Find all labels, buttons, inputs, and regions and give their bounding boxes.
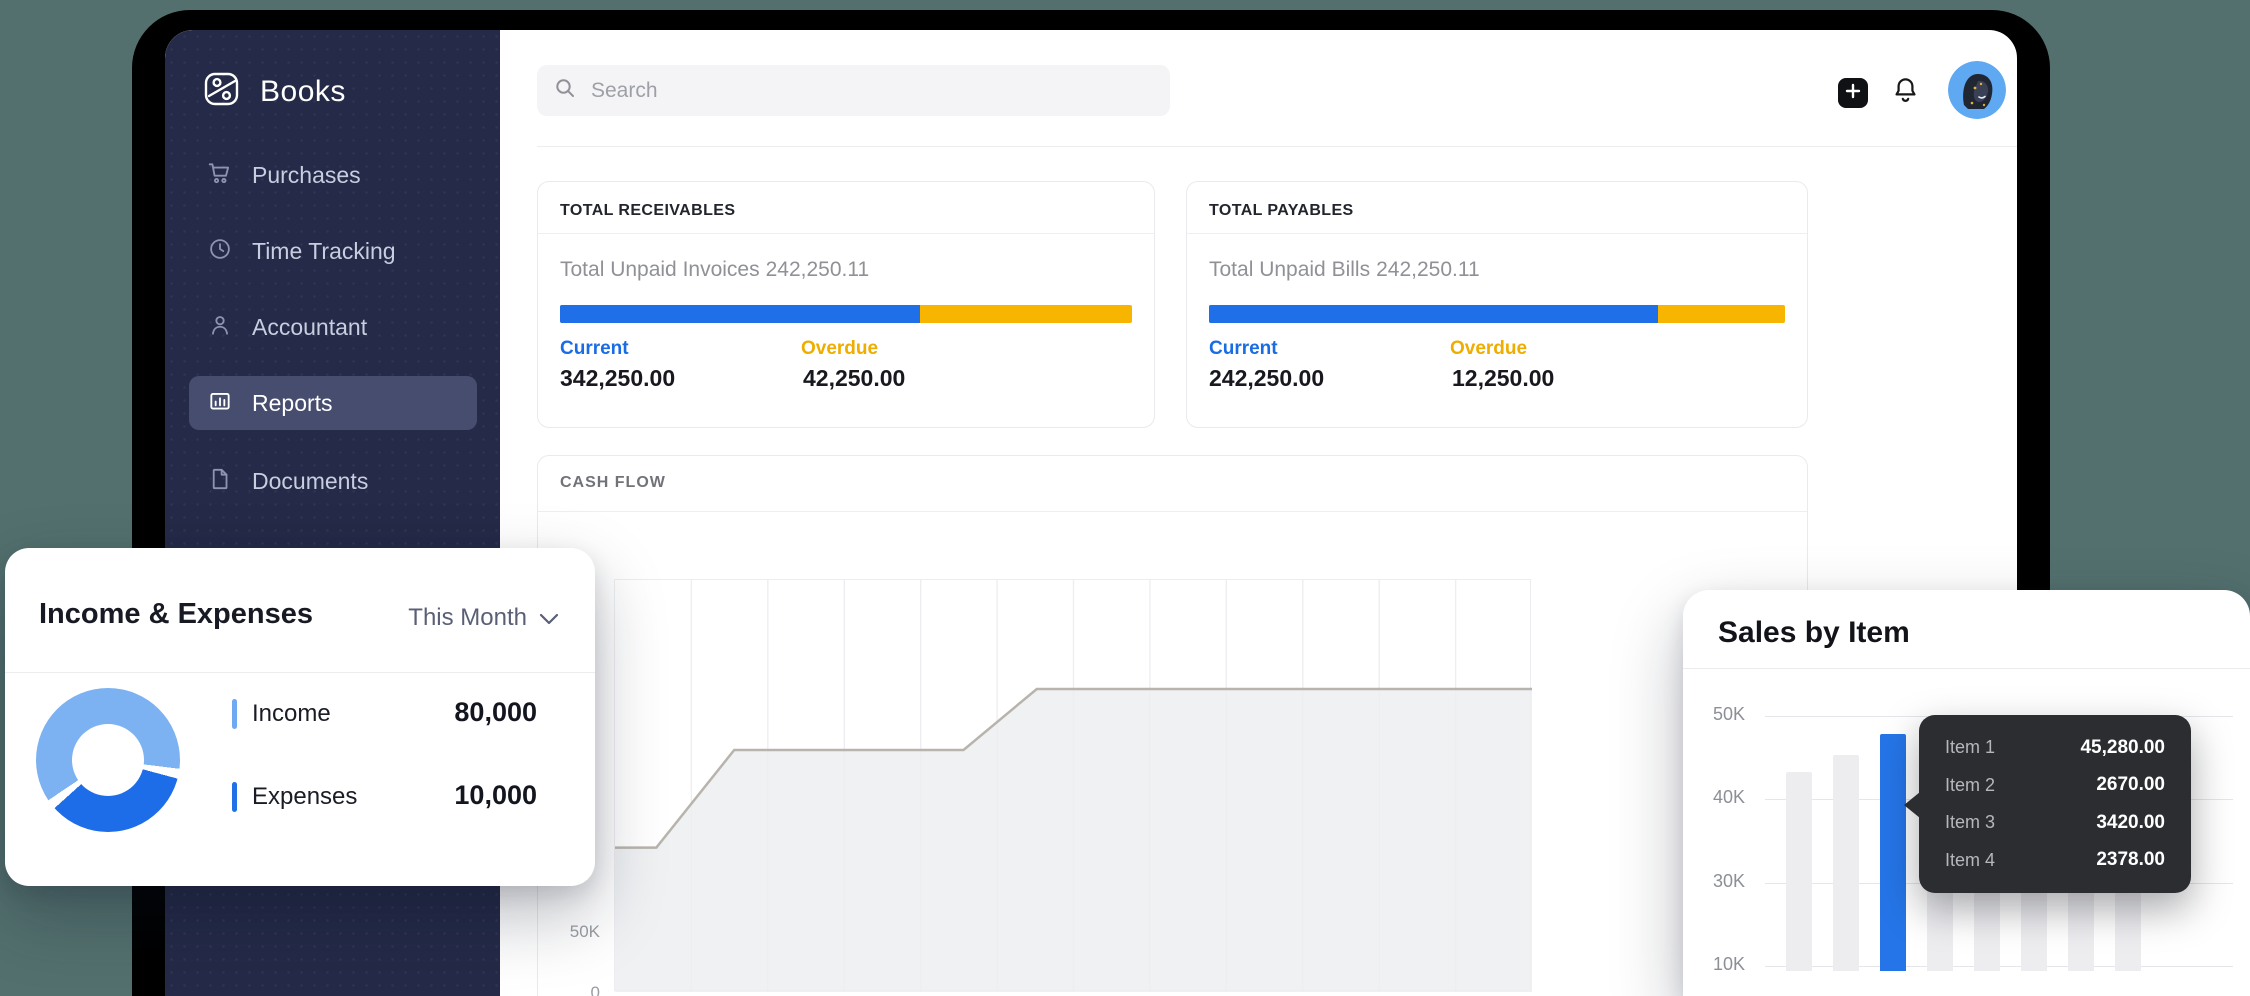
bell-icon [1892,76,1919,110]
sidebar-item-purchases[interactable]: Purchases [189,148,477,202]
sales-bar[interactable] [1786,772,1812,971]
y-axis-label-0: 0 [538,983,600,996]
card-divider [1187,233,1807,234]
tooltip-arrow [1904,792,1920,818]
sidebar-item-reports[interactable]: Reports [189,376,477,430]
sales-tooltip: Item 1 45,280.00 Item 2 2670.00 Item 3 3… [1919,715,2191,893]
total-payables-card: TOTAL PAYABLES Total Unpaid Bills 242,250… [1186,181,1808,428]
clock-icon [207,236,233,267]
accountant-icon [207,312,233,343]
overdue-label: Overdue [801,338,878,360]
search-bar[interactable] [537,65,1170,116]
search-input[interactable] [589,78,1154,104]
tooltip-row: Item 1 45,280.00 [1945,737,2165,759]
sidebar-item-label: Time Tracking [252,238,396,265]
unpaid-label: Total Unpaid Bills [1209,258,1370,281]
current-label: Current [560,338,629,360]
sidebar-item-time-tracking[interactable]: Time Tracking [189,224,477,278]
overdue-value: 12,250.00 [1452,365,1554,392]
income-expenses-card: Income & Expenses This Month Income 80,0… [5,548,595,886]
quick-create-button[interactable] [1838,78,1868,108]
tooltip-item-value: 2670.00 [2096,774,2165,796]
tooltip-item-value: 45,280.00 [2080,737,2165,759]
app-title: Books [260,75,346,109]
tooltip-row: Item 2 2670.00 [1945,774,2165,796]
unpaid-label: Total Unpaid Invoices [560,258,760,281]
expenses-legend-swatch [232,782,237,812]
card-title: CASH FLOW [560,474,666,492]
topbar-divider [537,146,2017,147]
y-axis-label-50k: 50K [538,922,600,942]
y-axis-label: 40K [1683,787,1745,808]
y-axis-label: 10K [1683,954,1745,975]
expenses-value: 10,000 [454,780,537,811]
sales-by-item-card: Sales by Item 50K 40K 30K 10K Item 1 45,… [1683,590,2250,996]
sales-bar[interactable] [1833,755,1859,971]
y-axis-label: 30K [1683,871,1745,892]
unpaid-value: 242,250.11 [766,258,870,281]
user-avatar[interactable] [1948,61,2006,119]
income-legend-swatch [232,699,237,729]
card-divider [538,511,1807,512]
receivables-progress [560,305,1132,323]
overdue-label: Overdue [1450,338,1527,360]
sidebar-item-label: Documents [252,468,368,495]
card-divider [5,672,595,673]
sidebar-item-label: Accountant [252,314,367,341]
cash-flow-card: CASH FLOW 50K 0 [537,455,1808,996]
sidebar-item-label: Purchases [252,162,361,189]
payables-progress-current [1209,305,1658,323]
plus-icon [1844,82,1862,105]
card-title: TOTAL RECEIVABLES [560,202,735,220]
marketing-canvas: Books Purchases Time Tracking [0,0,2250,996]
total-receivables-card: TOTAL RECEIVABLES Total Unpaid Invoices 2… [537,181,1155,428]
card-divider [538,233,1154,234]
chevron-down-icon [539,604,559,632]
income-value: 80,000 [454,697,537,728]
expenses-legend-label: Expenses [252,783,357,811]
receivables-progress-current [560,305,920,323]
sidebar-item-label: Reports [252,390,333,417]
notifications-button[interactable] [1890,77,1920,109]
period-label: This Month [408,604,527,632]
document-icon [207,466,233,497]
income-legend-label: Income [252,700,331,728]
card-title: TOTAL PAYABLES [1209,202,1354,220]
unpaid-summary: Total Unpaid Bills 242,250.11 [1209,258,1480,282]
unpaid-value: 242,250.11 [1376,258,1480,281]
search-icon [553,76,577,105]
tooltip-item-label: Item 1 [1945,737,1995,758]
current-value: 242,250.00 [1209,365,1324,392]
sidebar-item-documents[interactable]: Documents [189,454,477,508]
books-logo-icon [200,67,244,116]
tooltip-item-label: Item 3 [1945,812,1995,833]
sales-bar-highlighted[interactable] [1880,734,1906,971]
tooltip-item-value: 2378.00 [2096,849,2165,871]
card-title: Sales by Item [1718,616,1910,650]
period-dropdown[interactable]: This Month [408,604,559,632]
reports-icon [207,388,233,419]
income-expenses-donut-chart [36,688,180,832]
tooltip-item-label: Item 2 [1945,775,1995,796]
sidebar-item-accountant[interactable]: Accountant [189,300,477,354]
cart-icon [207,160,233,191]
card-divider [1683,668,2250,669]
tooltip-row: Item 4 2378.00 [1945,849,2165,871]
tooltip-row: Item 3 3420.00 [1945,812,2165,834]
current-value: 342,250.00 [560,365,675,392]
cash-flow-area-chart [614,579,1531,991]
y-axis-label: 50K [1683,704,1745,725]
card-title: Income & Expenses [39,598,313,631]
app-logo: Books [200,67,346,116]
payables-progress [1209,305,1785,323]
tooltip-item-label: Item 4 [1945,850,1995,871]
overdue-value: 42,250.00 [803,365,905,392]
current-label: Current [1209,338,1278,360]
unpaid-summary: Total Unpaid Invoices 242,250.11 [560,258,869,282]
tooltip-item-value: 3420.00 [2096,812,2165,834]
